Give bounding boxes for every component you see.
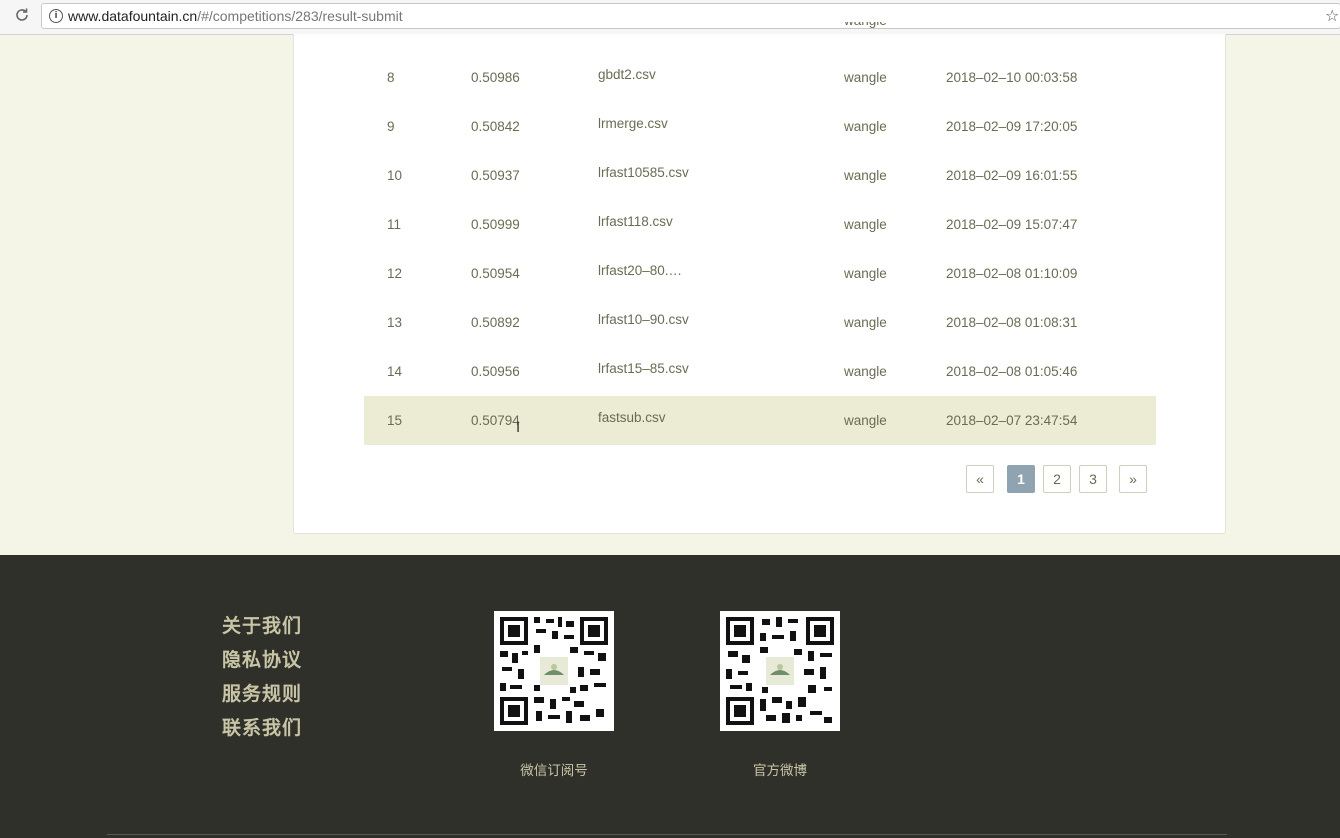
user-cell: wangle [844,413,887,428]
rank-cell: 14 [387,364,403,379]
text-cursor-icon: I [516,420,521,436]
time-cell: 2018–02–09 17:20:05 [946,119,1078,134]
rank-cell: 9 [387,119,395,134]
score-cell: 0.50937 [471,168,520,183]
time-cell: 2018–02–10 00:03:58 [946,70,1078,85]
time-cell: 2018–02–08 01:10:09 [946,266,1078,281]
bookmark-star-icon[interactable]: ☆ [1325,6,1339,25]
table-row: 9 0.50842 lrmerge.csv wangle 2018–02–09 … [364,102,1156,151]
weibo-qr-label: 官方微博 [753,763,807,779]
user-cell: wangle [844,315,887,330]
weibo-qr-code [720,611,840,731]
time-cell: 2018–02–09 15:07:47 [946,217,1078,232]
score-cell: 0.50954 [471,266,520,281]
rank-cell: 13 [387,315,403,330]
rank-cell: 10 [387,168,403,183]
footer-link-privacy[interactable]: 隐私协议 [222,645,302,672]
pagination-page-2[interactable]: 2 [1043,465,1071,493]
wechat-qr-code [494,611,614,731]
user-cell: wangle [844,119,887,134]
table-row: 13 0.50892 lrfast10–90.csv wangle 2018–0… [364,298,1156,347]
wechat-qr-label: 微信订阅号 [520,763,588,779]
pagination-page-1[interactable]: 1 [1007,465,1035,493]
table-row: 10 0.50937 lrfast10585.csv wangle 2018–0… [364,151,1156,200]
score-cell: 0.50956 [471,364,520,379]
file-cell[interactable]: lrfast20–80.… [598,263,682,278]
score-cell: 0.50999 [471,217,520,232]
score-cell: 0.50892 [471,315,520,330]
table-row: 12 0.50954 lrfast20–80.… wangle 2018–02–… [364,249,1156,298]
rank-cell: 8 [387,70,395,85]
file-cell[interactable]: lrfast118.csv [598,214,673,229]
user-cell: wangle [844,70,887,85]
rank-cell: 11 [387,217,402,232]
score-cell: 0.50842 [471,119,520,134]
footer-link-about[interactable]: 关于我们 [222,611,302,638]
user-cell: wangle [844,266,887,281]
browser-toolbar: i www.datafountain.cn/#/competitions/283… [0,0,1340,35]
rank-cell: 15 [387,413,403,428]
file-cell[interactable]: lrfast10585.csv [598,165,689,180]
site-footer [0,555,1340,838]
user-cell: wangle [844,168,887,183]
score-cell: 0.50986 [471,70,520,85]
file-cell[interactable]: fastsub.csv [598,410,666,425]
address-bar[interactable]: i www.datafountain.cn/#/competitions/283… [41,3,1340,29]
pagination-page-3[interactable]: 3 [1079,465,1107,493]
pagination-next-button[interactable]: » [1119,465,1147,493]
table-row-highlighted: 15 0.50794 fastsub.csv wangle 2018–02–07… [364,396,1156,445]
file-cell[interactable]: lrfast15–85.csv [598,361,689,376]
table-row: 11 0.50999 lrfast118.csv wangle 2018–02–… [364,200,1156,249]
url-text: www.datafountain.cn/#/competitions/283/r… [68,8,403,24]
time-cell: 2018–02–09 16:01:55 [946,168,1078,183]
info-icon[interactable]: i [49,9,63,23]
footer-link-contact[interactable]: 联系我们 [222,713,302,740]
time-cell: 2018–02–08 01:08:31 [946,315,1078,330]
user-cell: wangle [844,364,887,379]
file-cell[interactable]: lrmerge.csv [598,116,668,131]
table-row: 14 0.50956 lrfast15–85.csv wangle 2018–0… [364,347,1156,396]
reload-icon[interactable] [14,7,32,25]
footer-divider [107,834,1227,835]
footer-link-rules[interactable]: 服务规则 [222,679,302,706]
user-cell: wangle [844,217,887,232]
pagination-prev-button[interactable]: « [966,465,994,493]
file-cell[interactable]: lrfast10–90.csv [598,312,689,327]
partial-row-user: wangle [844,22,894,34]
time-cell: 2018–02–07 23:47:54 [946,413,1078,428]
table-row: 8 0.50986 gbdt2.csv wangle 2018–02–10 00… [364,53,1156,102]
rank-cell: 12 [387,266,403,281]
time-cell: 2018–02–08 01:05:46 [946,364,1078,379]
score-cell: 0.50794 [471,413,520,428]
file-cell[interactable]: gbdt2.csv [598,67,656,82]
